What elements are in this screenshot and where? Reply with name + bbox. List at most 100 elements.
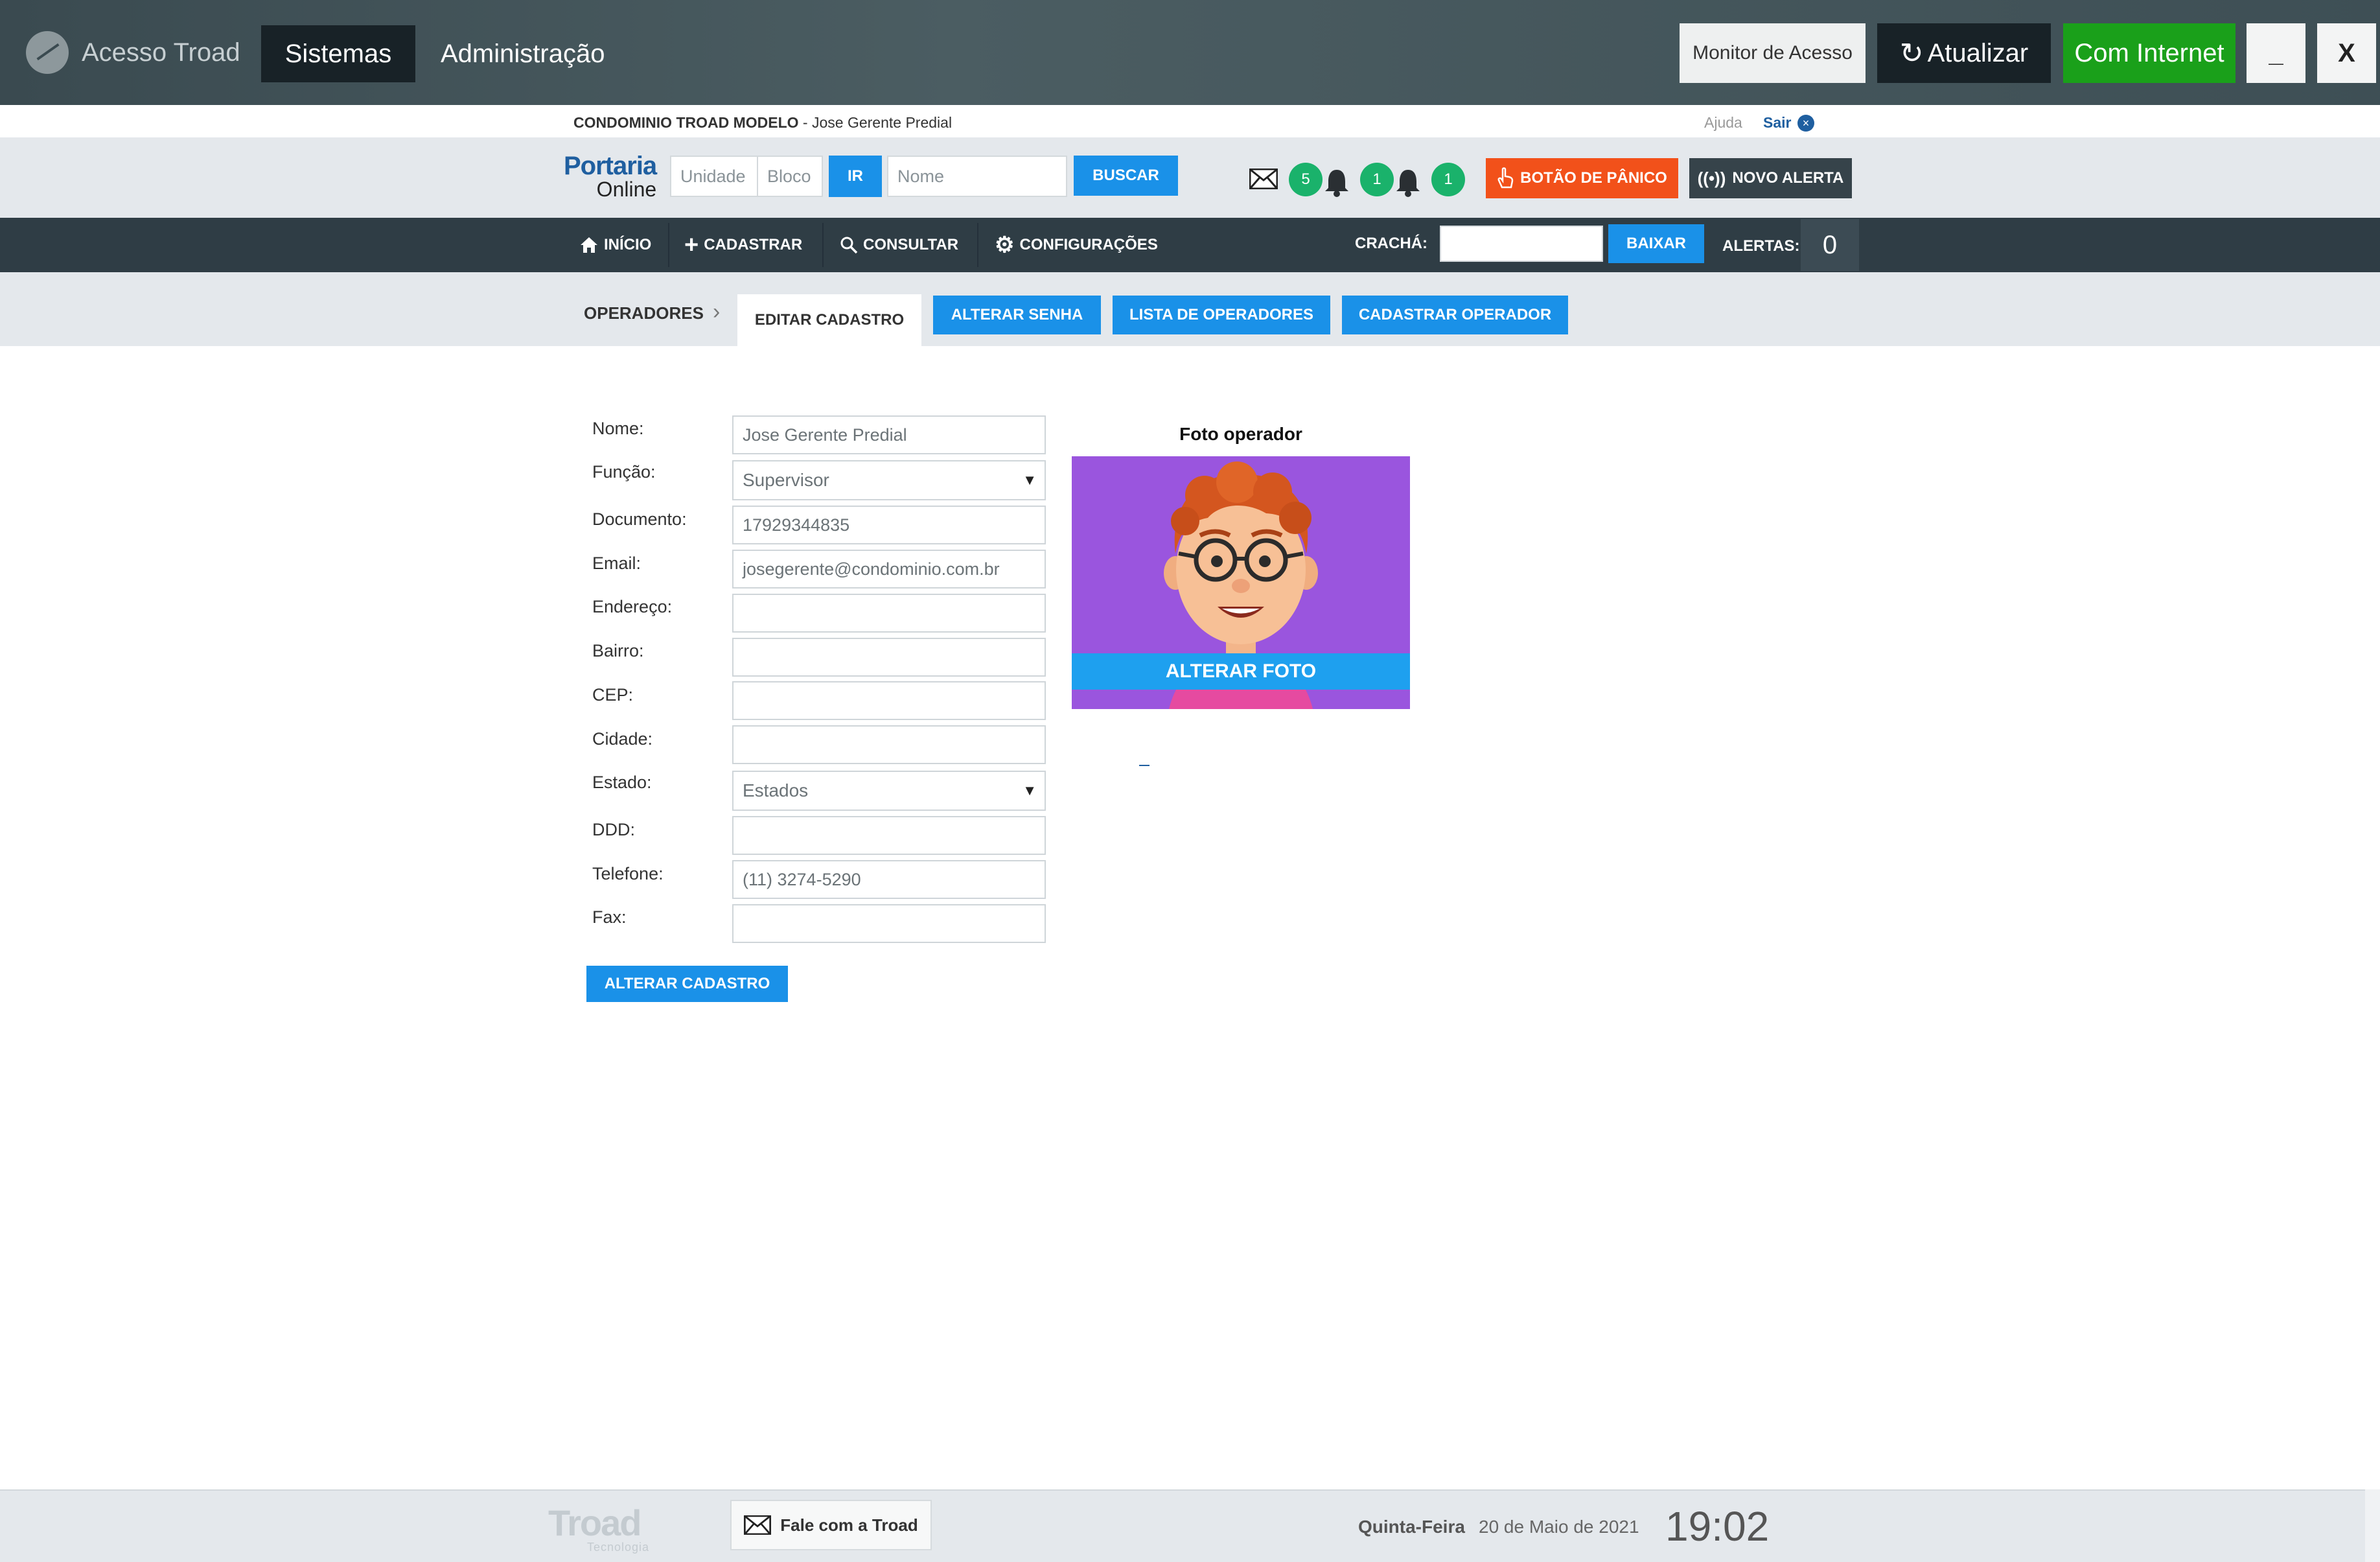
gear-icon: ⚙ [995,233,1015,257]
footer-logo-sub: Tecnologia [587,1541,650,1554]
cracha-input[interactable] [1440,226,1603,262]
notifications-count-badge: 1 [1360,163,1394,196]
buscar-button[interactable]: BUSCAR [1074,156,1178,196]
estado-select[interactable]: Estados ▼ [732,771,1046,811]
atualizar-label: Atualizar [1927,38,2029,67]
fax-field[interactable] [732,904,1046,943]
nav-inicio[interactable]: INÍCIO [579,218,651,272]
nav-divider [822,223,824,267]
window-edge [2365,1489,2380,1562]
broadcast-icon: ((•)) [1697,168,1726,188]
estado-value: Estados [743,780,809,800]
telefone-field[interactable]: (11) 3274-5290 [732,860,1046,899]
nome-search-input[interactable]: Nome [887,156,1067,197]
alarm-bell-icon[interactable] [1394,167,1422,197]
bairro-field[interactable] [732,638,1046,677]
funcao-select[interactable]: Supervisor ▼ [732,460,1046,500]
panic-button[interactable]: BOTÃO DE PÂNICO [1486,158,1678,198]
logo-line2: Online [596,178,657,201]
help-link[interactable]: Ajuda [1704,114,1742,132]
condo-user: - Jose Gerente Predial [798,114,953,131]
documento-label: Documento: [592,509,687,529]
internet-status-button[interactable]: Com Internet [2063,23,2236,83]
nav-consultar-label: CONSULTAR [863,236,959,253]
nav-cadastrar[interactable]: + CADASTRAR [684,218,802,272]
unidade-input[interactable]: Unidade [670,156,758,197]
atualizar-button[interactable]: ↻ Atualizar [1877,23,2051,83]
condo-title: CONDOMINIO TROAD MODELO - Jose Gerente P… [573,114,952,132]
tab-editar-cadastro[interactable]: EDITAR CADASTRO [737,294,921,346]
fax-label: Fax: [592,907,627,927]
tab-lista-operadores[interactable]: LISTA DE OPERADORES [1113,296,1330,334]
nav-configuracoes[interactable]: ⚙ CONFIGURAÇÕES [995,218,1158,272]
funcao-label: Função: [592,462,656,482]
portaria-online-logo: Portaria Online [564,153,657,201]
fale-com-troad-label: Fale com a Troad [780,1515,918,1535]
tab-cadastrar-operador[interactable]: CADASTRAR OPERADOR [1342,296,1568,334]
administracao-menu[interactable]: Administração [441,25,605,82]
bloco-input[interactable]: Bloco [757,156,823,197]
alterar-cadastro-button[interactable]: ALTERAR CADASTRO [586,966,788,1002]
logout-link[interactable]: Sair [1763,114,1791,132]
nome-field[interactable]: Jose Gerente Predial [732,415,1046,454]
alertas-count[interactable]: 0 [1801,219,1859,271]
bell-icon[interactable] [1323,167,1350,197]
ddd-field[interactable] [732,816,1046,855]
cracha-label: CRACHÁ: [1355,235,1427,252]
search-icon [840,237,858,254]
dropdown-arrow-icon: ▼ [1022,782,1037,798]
cep-label: CEP: [592,685,634,705]
monitor-acesso-button[interactable]: Monitor de Acesso [1680,23,1866,83]
tab-alterar-senha[interactable]: ALTERAR SENHA [933,296,1101,334]
nav-divider [668,223,669,267]
alarms-count-badge: 1 [1431,163,1465,196]
cep-field[interactable] [732,681,1046,720]
documento-field[interactable]: 17929344835 [732,506,1046,544]
nav-divider [977,223,978,267]
logout-icon[interactable]: × [1797,115,1814,132]
date-text: 20 de Maio de 2021 [1479,1517,1639,1537]
envelope-icon [744,1515,772,1535]
troad-logo-icon [26,31,69,74]
footer-bar [0,1489,2380,1562]
envelope-icon[interactable] [1249,169,1278,189]
fale-com-troad-button[interactable]: Fale com a Troad [730,1500,932,1550]
app-logo: Acesso Troad [26,31,240,74]
sistemas-menu[interactable]: Sistemas [261,25,415,82]
dropdown-arrow-icon: ▼ [1022,472,1037,488]
app-title: Acesso Troad [82,38,240,67]
nav-configuracoes-label: CONFIGURAÇÕES [1019,236,1158,253]
nav-cadastrar-label: CADASTRAR [704,236,803,253]
endereco-field[interactable] [732,594,1046,633]
clock-text: 19:02 [1665,1503,1770,1550]
baixar-button[interactable]: BAIXAR [1608,224,1704,263]
bairro-label: Bairro: [592,641,644,660]
photo-remove-link[interactable] [1139,765,1150,766]
chevron-right-icon: › [713,299,721,324]
condo-name: CONDOMINIO TROAD MODELO [573,114,799,131]
cidade-field[interactable] [732,725,1046,764]
alertas-label: ALERTAS: [1722,237,1800,255]
search-bar [0,137,2380,218]
nav-consultar[interactable]: CONSULTAR [840,218,958,272]
nav-inicio-label: INÍCIO [604,236,652,253]
ddd-label: DDD: [592,820,635,839]
hand-pointer-icon [1497,167,1514,189]
panic-label: BOTÃO DE PÂNICO [1520,169,1667,187]
email-field[interactable]: josegerente@condominio.com.br [732,550,1046,589]
alterar-foto-button[interactable]: ALTERAR FOTO [1072,653,1410,690]
novo-alerta-button[interactable]: ((•)) NOVO ALERTA [1689,158,1852,198]
minimize-button[interactable]: _ [2247,23,2305,83]
novo-alerta-label: NOVO ALERTA [1732,169,1844,187]
telefone-label: Telefone: [592,864,664,883]
refresh-icon: ↻ [1899,37,1924,69]
weekday-text: Quinta-Feira [1358,1517,1465,1537]
close-button[interactable]: X [2317,23,2376,83]
condo-bar [0,105,2380,137]
funcao-value: Supervisor [743,470,829,490]
footer-logo-text: Troad [548,1502,641,1543]
main-navbar [0,218,2380,272]
ir-button[interactable]: IR [829,156,882,197]
messages-count-badge: 5 [1289,163,1323,196]
breadcrumb-operadores[interactable]: OPERADORES [584,303,704,323]
